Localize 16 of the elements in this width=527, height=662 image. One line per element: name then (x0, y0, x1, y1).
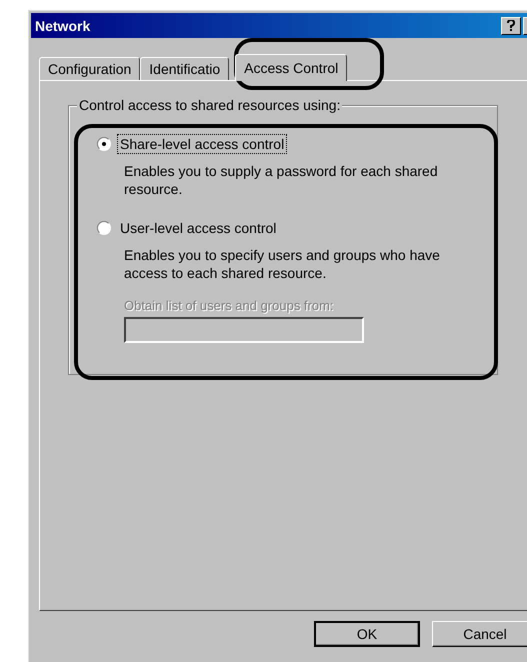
option-label[interactable]: Share-level access control (117, 134, 288, 154)
ok-button[interactable]: OK (314, 621, 420, 647)
tab[interactable]: Identificatio (140, 57, 230, 80)
tab[interactable]: Configuration (39, 57, 140, 80)
help-icon (507, 20, 515, 31)
group-title: Control access to shared resources using: (77, 97, 342, 113)
source-label: Obtain list of users and groups from: (124, 298, 335, 313)
window-title: Network (35, 18, 90, 34)
option-description: Enables you to specify users and groups who have access to each shared resource. (124, 246, 441, 282)
radio-button[interactable] (97, 221, 111, 235)
option-description: Enables you to supply a password for each shared resource. (124, 162, 439, 198)
help-button[interactable] (501, 16, 521, 34)
option-label[interactable]: User-level access control (117, 218, 280, 238)
cancel-button[interactable]: Cancel (432, 621, 527, 647)
radio-button[interactable] (97, 137, 111, 151)
tab[interactable]: Access Control (235, 54, 348, 81)
